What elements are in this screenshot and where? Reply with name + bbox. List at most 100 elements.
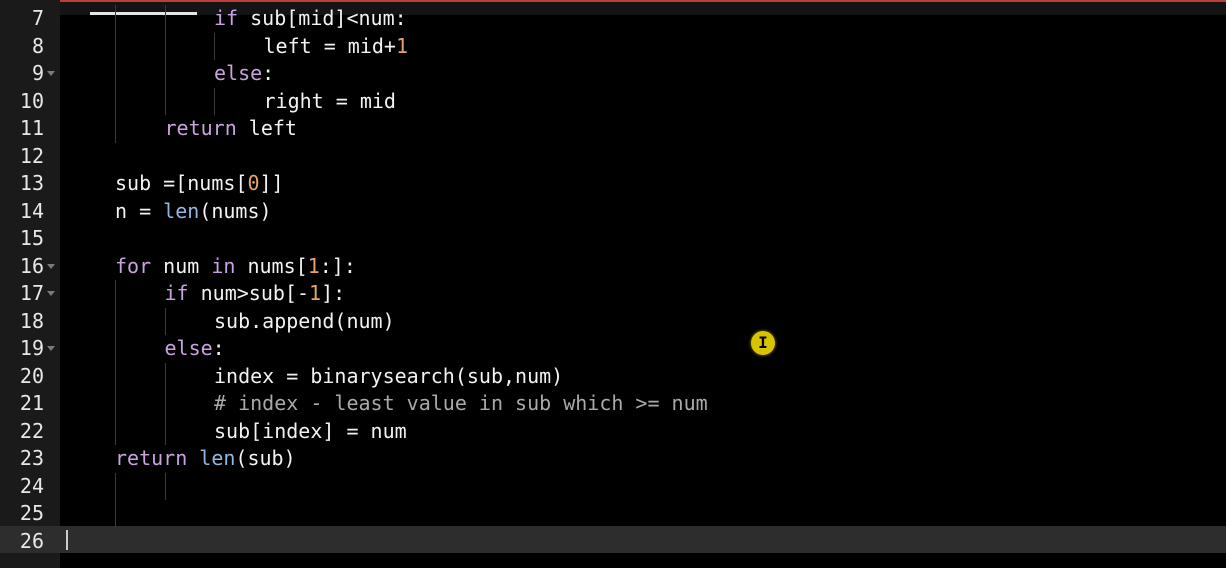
indent-guide xyxy=(115,417,116,445)
line-number: 21 xyxy=(19,391,44,415)
indent-guide xyxy=(115,362,116,390)
line-number: 25 xyxy=(19,501,44,525)
indent-guide xyxy=(214,32,215,60)
line-number: 16 xyxy=(19,253,44,278)
code-token: num xyxy=(151,253,212,278)
code-token: 1 xyxy=(307,253,320,278)
line-number: 15 xyxy=(19,226,44,250)
code-line[interactable]: 10 right = mid xyxy=(0,87,1226,116)
code-line[interactable]: 12 xyxy=(0,143,1226,171)
line-number: 7 xyxy=(31,6,44,30)
indent-guide xyxy=(164,472,166,500)
indent-guide xyxy=(164,417,166,445)
indent-guide xyxy=(115,115,116,143)
indent-guide xyxy=(115,335,116,363)
code-token: len xyxy=(199,446,236,470)
code-line[interactable]: 18 sub.append(num) xyxy=(0,307,1226,336)
code-line[interactable]: 17 if num>sub[-1]: xyxy=(0,280,1226,308)
editor-bottom-strip xyxy=(60,553,1226,568)
code-line[interactable]: 8 left = mid+1 xyxy=(0,32,1226,61)
code-line[interactable]: 21 # index - least value in sub which >= … xyxy=(0,390,1226,418)
code-token: sub[mid]<num: xyxy=(238,6,407,30)
code-line[interactable]: 9 else: xyxy=(0,60,1226,88)
line-number: 14 xyxy=(19,198,44,223)
code-token: sub[index] = num xyxy=(214,418,407,443)
code-text[interactable]: sub =[nums[0]] xyxy=(115,170,284,198)
code-line[interactable]: 13 sub =[nums[0]] xyxy=(0,170,1226,198)
code-token: return xyxy=(115,446,188,470)
code-token: left = mid+ xyxy=(263,33,396,58)
code-text[interactable]: return len(sub) xyxy=(115,445,296,473)
code-text[interactable]: for num in nums[1:]: xyxy=(115,253,356,281)
indent-guide xyxy=(164,390,166,418)
code-text[interactable]: sub.append(num) xyxy=(214,308,395,336)
code-text[interactable]: right = mid xyxy=(264,88,396,116)
code-token: len xyxy=(163,198,200,223)
indent-guide xyxy=(164,87,166,115)
code-text[interactable]: # index - least value in sub which >= nu… xyxy=(214,390,708,418)
code-text[interactable]: if sub[mid]<num: xyxy=(214,5,407,33)
line-number: 19 xyxy=(19,336,44,360)
code-text[interactable]: n = len(nums) xyxy=(115,198,272,226)
fold-toggle-icon[interactable] xyxy=(47,291,55,296)
code-token: return xyxy=(164,116,237,140)
code-token: 1 xyxy=(395,33,408,58)
code-editor[interactable]: 7 if sub[mid]<num: 8 left = mid+1 9 else: 10 ri… xyxy=(0,0,1226,568)
line-number: 11 xyxy=(19,116,44,140)
line-number: 9 xyxy=(31,61,44,85)
line-number: 13 xyxy=(19,171,44,195)
line-number: 23 xyxy=(19,446,44,470)
code-line[interactable]: 16 for num in nums[1:]: xyxy=(0,253,1226,281)
code-text[interactable]: sub[index] = num xyxy=(214,418,407,446)
code-token: ]] xyxy=(259,171,284,195)
indent-guide xyxy=(115,307,116,335)
indent-guide xyxy=(115,32,116,60)
code-text[interactable]: else: xyxy=(165,335,225,363)
code-token: sub =[nums[ xyxy=(115,171,248,195)
fold-toggle-icon[interactable] xyxy=(47,263,55,269)
code-token: 1 xyxy=(309,281,322,305)
fold-toggle-icon[interactable] xyxy=(47,346,55,351)
code-token: # index - least value in sub which >= nu… xyxy=(214,391,708,415)
code-text[interactable]: else: xyxy=(214,60,274,88)
line-number: 26 xyxy=(19,528,44,553)
indent-guide xyxy=(164,5,166,33)
indent-guide xyxy=(164,362,166,390)
code-token: : xyxy=(212,336,225,360)
code-token: n = xyxy=(115,198,164,223)
code-line[interactable]: 23 return len(sub) xyxy=(0,445,1226,473)
line-number: 18 xyxy=(19,308,44,333)
code-token: right = mid xyxy=(263,88,396,113)
code-token: sub.append(num) xyxy=(214,308,395,333)
code-line[interactable]: 25 xyxy=(0,500,1226,528)
code-line[interactable]: 15 xyxy=(0,225,1226,253)
editor-accent-line xyxy=(60,0,1226,2)
code-line[interactable]: 14 n = len(nums) xyxy=(0,198,1226,226)
code-token: if xyxy=(164,281,189,305)
line-number: 22 xyxy=(19,418,44,443)
code-line[interactable]: 19 else: xyxy=(0,335,1226,363)
code-text[interactable]: left = mid+1 xyxy=(264,33,409,61)
fold-toggle-icon[interactable] xyxy=(47,71,55,76)
line-number: 8 xyxy=(31,33,44,58)
code-line[interactable]: 11 return left xyxy=(0,115,1226,143)
line-number: 10 xyxy=(19,88,44,113)
indent-guide xyxy=(115,60,116,88)
code-token: nums[ xyxy=(235,253,308,278)
code-text[interactable]: return left xyxy=(165,115,297,143)
i-beam-cursor-icon: I xyxy=(758,333,768,352)
indent-guide xyxy=(164,32,166,60)
code-text[interactable]: index = binarysearch(sub,num) xyxy=(214,363,563,391)
code-text[interactable]: if num>sub[-1]: xyxy=(165,280,346,308)
code-token: (nums) xyxy=(199,198,272,223)
indent-guide xyxy=(164,307,166,335)
line-number: 20 xyxy=(19,363,44,388)
code-line[interactable]: 20 index = binarysearch(sub,num) xyxy=(0,362,1226,391)
indent-guide xyxy=(115,5,116,33)
code-line[interactable]: 22 sub[index] = num xyxy=(0,417,1226,446)
code-line[interactable]: 7 if sub[mid]<num: xyxy=(0,5,1226,33)
code-token: else xyxy=(214,61,263,85)
code-line[interactable]: 26 xyxy=(0,528,1226,556)
code-line[interactable]: 24 xyxy=(0,472,1226,500)
